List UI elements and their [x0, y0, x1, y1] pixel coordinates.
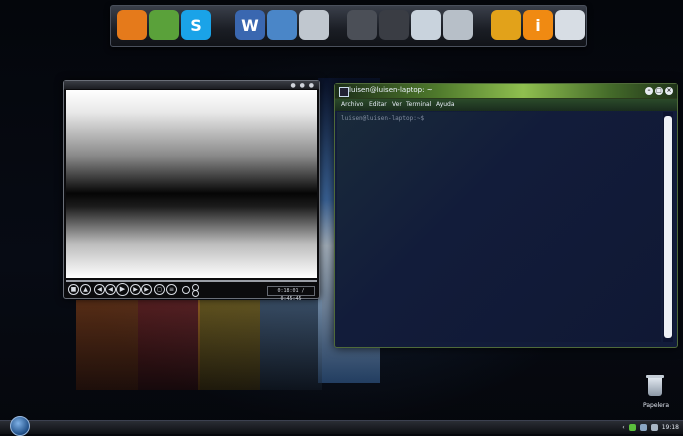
wallpaper-reflection [260, 300, 322, 390]
terminal-window: luisen@luisen-laptop: ~ – □ × Archivo Ed… [334, 83, 678, 348]
clock[interactable]: 19:18 [662, 424, 679, 431]
video-area[interactable] [66, 90, 317, 278]
file-manager-icon[interactable] [267, 10, 297, 40]
trash-body [648, 378, 662, 396]
window-buttons-icon[interactable]: ● ● ● [290, 82, 315, 89]
skype-icon[interactable]: S [181, 10, 211, 40]
volume-icon[interactable] [182, 286, 190, 294]
menu-editar[interactable]: Editar [369, 101, 387, 108]
wallpaper-reflection [76, 300, 138, 390]
info-icon[interactable]: i [523, 10, 553, 40]
playlist-icon[interactable]: ≡ [166, 284, 177, 295]
player-titlebar[interactable]: ● ● ● [64, 81, 319, 89]
close-icon[interactable]: × [665, 87, 673, 95]
time-display: 0:18:01 / 0:45:45 [267, 286, 315, 302]
wallpaper-reflection [138, 300, 200, 390]
stop-icon[interactable]: ■ [68, 284, 79, 295]
monitor-icon[interactable] [411, 10, 441, 40]
terminal-output[interactable]: luisen@luisen-laptop:~$ [337, 112, 661, 342]
application-dock: S W i [110, 5, 587, 47]
play-icon[interactable]: ▶ [116, 283, 129, 296]
previous-icon[interactable]: ◀ [94, 284, 105, 295]
trash-label[interactable]: Papelera [636, 402, 676, 409]
trash-icon[interactable] [644, 374, 668, 398]
camera-icon[interactable] [379, 10, 409, 40]
start-button[interactable] [10, 416, 30, 436]
menu-archivo[interactable]: Archivo [341, 101, 363, 108]
seek-bar[interactable] [66, 280, 317, 282]
forward-icon[interactable]: ▶ [130, 284, 141, 295]
scrollbar[interactable] [663, 112, 673, 342]
maximize-icon[interactable]: □ [655, 87, 663, 95]
firefox-icon[interactable] [117, 10, 147, 40]
rewind-icon[interactable]: ◀ [105, 284, 116, 295]
messenger-icon[interactable] [149, 10, 179, 40]
gun-icon[interactable] [347, 10, 377, 40]
phone-icon[interactable] [443, 10, 473, 40]
weather-icon[interactable] [555, 10, 585, 40]
player-controls: ■ ▲ ◀ ◀ ▶ ▶ ▶ ◻ ≡ [68, 283, 248, 297]
network-icon[interactable] [628, 424, 636, 431]
menu-terminal[interactable]: Terminal [406, 101, 431, 108]
paint-icon[interactable] [299, 10, 329, 40]
keys-icon[interactable] [491, 10, 521, 40]
settings-icon[interactable] [192, 290, 199, 297]
terminal-icon [339, 87, 349, 97]
system-tray: ‹ 19:18 [622, 423, 679, 432]
taskbar: ‹ 19:18 [0, 420, 683, 434]
window-title: luisen@luisen-laptop: ~ [349, 86, 433, 94]
menu-ayuda[interactable]: Ayuda [436, 101, 455, 108]
scrollbar-thumb[interactable] [664, 116, 672, 338]
menu-bar: Archivo Editar Ver Terminal Ayuda [335, 99, 677, 111]
word-icon[interactable]: W [235, 10, 265, 40]
media-player-window: ● ● ● ■ ▲ ◀ ◀ ▶ ▶ ▶ ◻ ≡ 0:18:01 / 0:45:4… [63, 80, 320, 302]
tray-arrow-icon[interactable]: ‹ [622, 424, 624, 431]
minimize-icon[interactable]: – [645, 87, 653, 95]
eject-icon[interactable]: ▲ [80, 284, 91, 295]
battery-icon[interactable] [639, 424, 647, 431]
volume-icon[interactable] [650, 424, 658, 431]
command-prompt: luisen@luisen-laptop:~$ [341, 115, 425, 122]
next-icon[interactable]: ▶ [141, 284, 152, 295]
wallpaper-reflection [198, 300, 260, 390]
terminal-titlebar[interactable]: luisen@luisen-laptop: ~ – □ × [335, 84, 677, 99]
menu-ver[interactable]: Ver [392, 101, 402, 108]
fullscreen-icon[interactable]: ◻ [154, 284, 165, 295]
